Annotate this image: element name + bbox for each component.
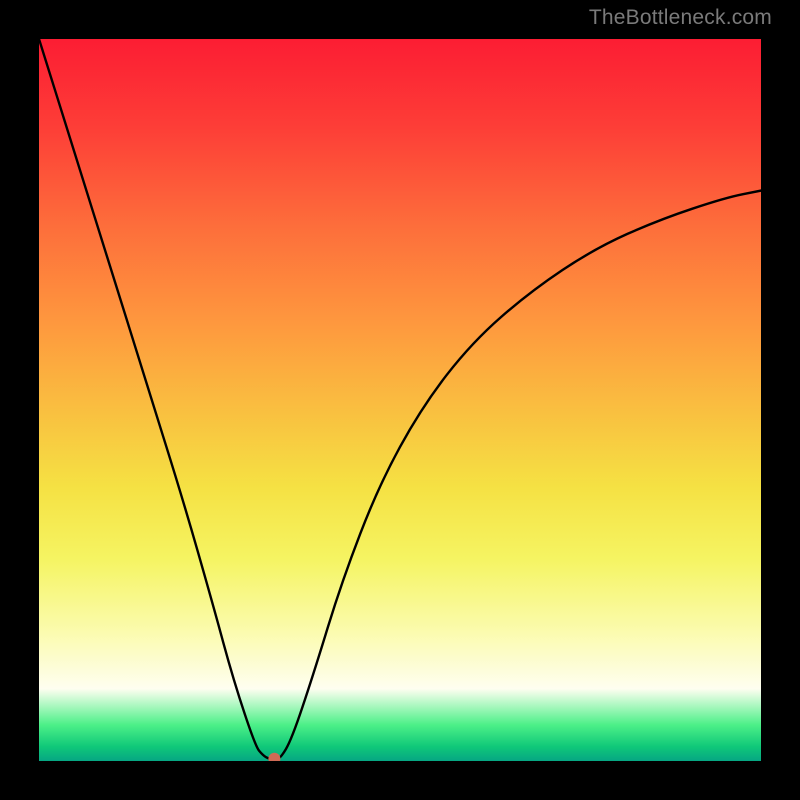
watermark-text: TheBottleneck.com [589, 6, 772, 30]
plot-area [39, 39, 761, 761]
bottleneck-marker [268, 753, 280, 761]
bottleneck-curve [39, 39, 761, 761]
curve-path [39, 39, 761, 759]
chart-frame: TheBottleneck.com [0, 0, 800, 800]
